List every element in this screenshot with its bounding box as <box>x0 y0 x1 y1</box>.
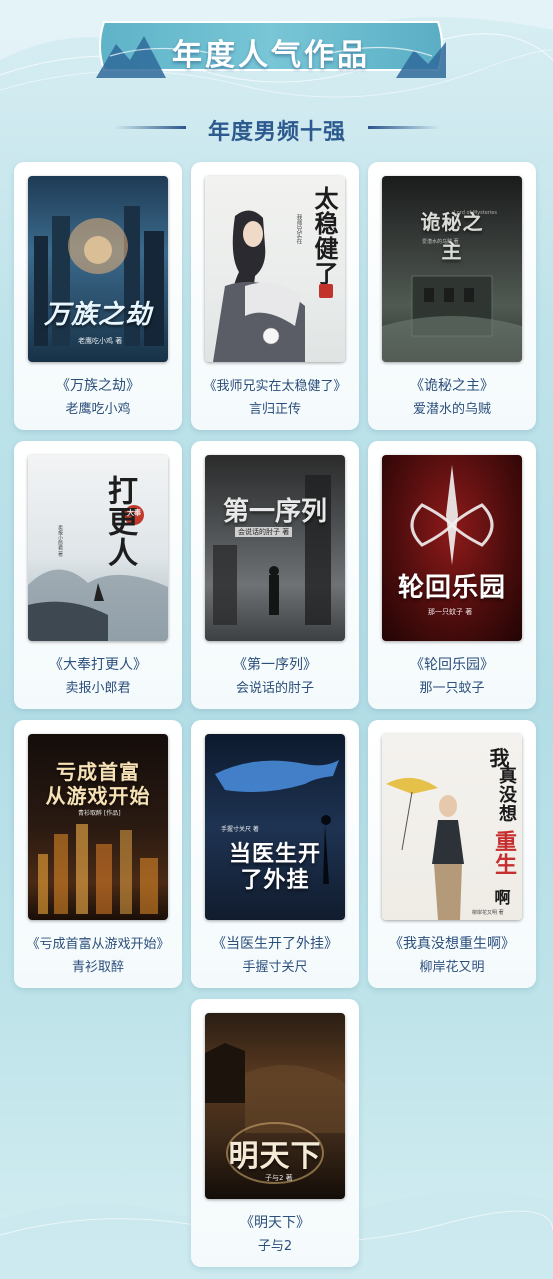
cover-subtitle: 我师兄实在 <box>295 214 302 244</box>
book-title[interactable]: 《我师兄实在太稳健了》 <box>191 375 359 394</box>
book-card-dafeng[interactable]: 打更人 大奉 卖报小郎君 著 《大奉打更人》 卖报小郎君 <box>14 441 182 709</box>
section-line-right <box>368 126 440 129</box>
section-line-left <box>114 126 186 129</box>
book-title[interactable]: 《亏成首富从游戏开始》 <box>14 933 182 952</box>
book-card-dangyisheng[interactable]: 手握寸关尺 著 当医生开 了外挂 《当医生开了外挂》 手握寸关尺 <box>191 720 359 988</box>
cover-author: 会说话的肘子 著 <box>235 527 293 537</box>
cover-art <box>213 475 331 625</box>
cover-author: 青衫取醉 [作品] <box>78 810 121 817</box>
book-author[interactable]: 手握寸关尺 <box>191 956 359 975</box>
book-author[interactable]: 柳岸花又明 <box>368 956 536 975</box>
cover-art <box>382 275 522 362</box>
cover-title-line4: 啊 <box>494 888 512 907</box>
cover-author: 卖报小郎君 著 <box>57 525 63 557</box>
book-cover[interactable]: 轮回乐园 那一只蚊子 著 <box>382 455 522 641</box>
book-cover[interactable]: 万族之劫 老鹰吃小鸡 著 <box>28 176 168 362</box>
book-author[interactable]: 老鹰吃小鸡 <box>14 398 182 417</box>
book-cover[interactable]: 诡秘之主 Lord of Mysteries 爱潜水的乌贼 著 <box>382 176 522 362</box>
book-cover[interactable]: 明天下 子与2 著 <box>205 1013 345 1199</box>
cover-title-line2: 从游戏开始 <box>45 784 151 808</box>
book-author[interactable]: 言归正传 <box>191 398 359 417</box>
book-author[interactable]: 卖报小郎君 <box>14 677 182 696</box>
cover-author: 手握寸关尺 著 <box>221 826 259 833</box>
book-title[interactable]: 《当医生开了外挂》 <box>191 933 359 953</box>
cover-author: 柳岸花又明 著 <box>472 910 504 916</box>
cover-title-line3: 重生 <box>491 830 516 876</box>
book-title[interactable]: 《轮回乐园》 <box>368 654 536 674</box>
book-title[interactable]: 《明天下》 <box>191 1212 359 1232</box>
book-title[interactable]: 《诡秘之主》 <box>368 375 536 395</box>
book-cover[interactable]: 手握寸关尺 著 当医生开 了外挂 <box>205 734 345 920</box>
book-title[interactable]: 《万族之劫》 <box>14 375 182 395</box>
book-card-wanzu[interactable]: 万族之劫 老鹰吃小鸡 著 《万族之劫》 老鹰吃小鸡 <box>14 162 182 430</box>
book-title[interactable]: 《我真没想重生啊》 <box>368 933 536 953</box>
cover-author: 那一只蚊子 著 <box>428 608 473 616</box>
book-card-kuicheng[interactable]: 亏成首富 从游戏开始 青衫取醉 [作品] 《亏成首富从游戏开始》 青衫取醉 <box>14 720 182 988</box>
cover-title: 打更人 <box>102 475 137 568</box>
cover-title: 万族之劫 <box>43 300 152 330</box>
book-card-woshizhen[interactable]: 我 真没想 重生 啊 柳岸花又明 著 《我真没想重生啊》 柳岸花又明 <box>368 720 536 988</box>
cover-art <box>34 206 164 346</box>
section-heading: 年度男频十强 <box>0 112 553 145</box>
cover-seal: 大奉 <box>127 509 141 517</box>
book-cover[interactable]: 第一序列 会说话的肘子 著 <box>205 455 345 641</box>
book-title[interactable]: 《第一序列》 <box>191 654 359 674</box>
book-cover[interactable]: 我 真没想 重生 啊 柳岸花又明 著 <box>382 734 522 920</box>
cover-author: 子与2 著 <box>265 1174 293 1182</box>
cover-author: 爱潜水的乌贼 著 <box>422 239 459 245</box>
book-card-woshixiong[interactable]: 太稳健了 我师兄实在 《我师兄实在太稳健了》 言归正传 <box>191 162 359 430</box>
cover-title: 明天下 <box>228 1139 322 1174</box>
banner-title: 年度人气作品 <box>172 38 370 73</box>
book-author[interactable]: 青衫取醉 <box>14 956 182 975</box>
book-cover[interactable]: 亏成首富 从游戏开始 青衫取醉 [作品] <box>28 734 168 920</box>
cover-title: 第一序列 <box>222 497 327 527</box>
book-author[interactable]: 会说话的肘子 <box>191 677 359 696</box>
cover-title-line2: 了外挂 <box>240 868 310 893</box>
book-card-guimi[interactable]: 诡秘之主 Lord of Mysteries 爱潜水的乌贼 著 《诡秘之主》 爱… <box>368 162 536 430</box>
book-cover[interactable]: 打更人 大奉 卖报小郎君 著 <box>28 455 168 641</box>
book-title[interactable]: 《大奉打更人》 <box>14 654 182 674</box>
book-author[interactable]: 那一只蚊子 <box>368 677 536 696</box>
cover-author: 老鹰吃小鸡 著 <box>78 337 123 345</box>
cover-title: 轮回乐园 <box>397 573 506 603</box>
cover-en-title: Lord of Mysteries <box>454 210 497 216</box>
book-author[interactable]: 爱潜水的乌贼 <box>368 398 536 417</box>
book-card-mingtianxia[interactable]: 明天下 子与2 著 《明天下》 子与2 <box>191 999 359 1267</box>
book-author[interactable]: 子与2 <box>191 1235 359 1254</box>
header-banner: 年度人气作品 <box>96 14 446 78</box>
book-card-diyixulie[interactable]: 第一序列 会说话的肘子 著 《第一序列》 会说话的肘子 <box>191 441 359 709</box>
section-title: 年度男频十强 <box>207 119 346 145</box>
seal-stamp-icon <box>319 284 333 298</box>
cover-title-line2: 真没想 <box>496 766 517 823</box>
book-card-lunhui[interactable]: 轮回乐园 那一只蚊子 著 《轮回乐园》 那一只蚊子 <box>368 441 536 709</box>
book-cover[interactable]: 太稳健了 我师兄实在 <box>205 176 345 362</box>
